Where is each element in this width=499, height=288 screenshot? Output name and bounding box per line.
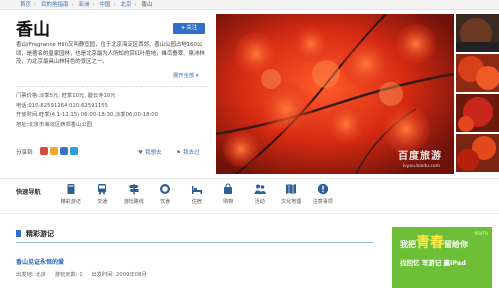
breadcrumb-asia[interactable]: 亚洲 — [78, 2, 89, 8]
section-marker — [16, 230, 21, 237]
want-to-go-label: 我想去 — [144, 150, 162, 156]
nav-item-food[interactable]: 饮食 — [150, 183, 182, 205]
breadcrumb-current: 香山 — [141, 2, 153, 8]
info-block: 门票价格:淡季5元, 旺季10元, 碧云寺10元 电话:010-62591264… — [16, 92, 158, 130]
want-to-go-button[interactable]: ♥ 我想去 — [138, 148, 161, 156]
breadcrumb: 首页 › 目的地指南 › 亚洲 › 中国 › 北京 › 香山 — [20, 1, 152, 9]
thumbnail-image — [456, 94, 499, 132]
page-title: 香山 — [16, 20, 50, 40]
main-photo[interactable]: 百度旅游 lvyou.baidu.com — [216, 14, 454, 174]
nav-item-shopping[interactable]: 购物 — [213, 183, 245, 205]
thumbnail[interactable] — [456, 14, 499, 52]
heart-icon: ♥ — [138, 150, 143, 156]
promo-subline: 找回忆 写游记 赢iPad — [400, 259, 466, 267]
promo-banner[interactable]: YOUTH 我把青春留给你 找回忆 写游记 赢iPad — [392, 227, 492, 288]
nav-item-lodging[interactable]: 住宿 — [181, 183, 213, 205]
breadcrumb-separator: › — [71, 2, 74, 8]
expand-all-label: 展开全部 — [173, 73, 195, 79]
address: 地址:北京市海淀区西郊香山公园 — [16, 121, 92, 128]
book-icon — [67, 184, 75, 194]
promo-tag: YOUTH — [474, 231, 488, 236]
promo-big-text: 青春 — [416, 235, 444, 251]
photo-watermark-url: lvyou.baidu.com — [402, 164, 440, 169]
description: 香山(Fragrance Hill)又叫静宜园，位于北京海淀区西郊。香山公园占地… — [16, 42, 205, 65]
people-icon — [254, 184, 266, 194]
photo-watermark: 百度旅游 — [398, 151, 442, 162]
breadcrumb-beijing[interactable]: 北京 — [120, 2, 131, 8]
promo-prefix: 我把 — [400, 240, 416, 249]
bed-icon — [191, 186, 202, 194]
thumbnail[interactable] — [456, 54, 499, 92]
top-bar: 首页 › 目的地指南 › 亚洲 › 中国 › 北京 › 香山 — [0, 0, 499, 10]
share-row: 分享到: ♥ 我想去 ⚑ 我去过 — [16, 146, 208, 158]
dining-icon — [160, 184, 171, 194]
chevron-down-icon: ▾ — [195, 73, 199, 79]
follow-button[interactable]: +关注 — [173, 23, 205, 34]
breadcrumb-home[interactable]: 首页 — [20, 2, 31, 8]
breadcrumb-separator: › — [92, 2, 95, 8]
map-book-icon — [286, 184, 297, 194]
nav-label: 饮食 — [160, 199, 171, 205]
thumbnail[interactable] — [456, 94, 499, 132]
travelogue-title-link[interactable]: 香山见证永恒的爱 — [16, 257, 64, 266]
breadcrumb-china[interactable]: 中国 — [99, 2, 110, 8]
section-title-text: 精彩游记 — [26, 230, 54, 238]
nav-item-travelogues[interactable]: 精彩游记 — [55, 183, 87, 205]
nav-label: 活动 — [254, 199, 265, 205]
flag-icon: ⚑ — [176, 150, 181, 156]
nav-label: 交通 — [97, 199, 108, 205]
quick-nav: 精彩游记 交通 游玩路线 饮食 住宿 购物 活动 文化地理 注意事项 — [55, 183, 339, 205]
follow-label: 关注 — [186, 25, 198, 31]
nav-item-notes[interactable]: 注意事项 — [307, 183, 339, 205]
thumbnail-image — [456, 54, 499, 92]
phone: 电话:010-62591264 010-62591155 — [16, 102, 109, 109]
section-underline — [16, 242, 373, 243]
divider — [0, 178, 499, 179]
nav-label: 精彩游记 — [60, 199, 81, 205]
breadcrumb-separator: › — [113, 2, 116, 8]
breadcrumb-separator: › — [134, 2, 137, 8]
divider — [0, 213, 499, 214]
nav-label: 购物 — [223, 199, 234, 205]
nav-label: 游玩路线 — [123, 199, 144, 205]
trip-days: 游玩天数: 1 — [54, 272, 83, 278]
expand-all-link[interactable]: 展开全部 ▾ — [173, 71, 199, 79]
thumbnail-image — [456, 14, 499, 52]
travelogue-meta: 出发地: 北京 游玩天数: 1 出发时间: 2009年08月 — [16, 270, 154, 278]
divider — [16, 86, 208, 87]
quick-nav-label: 快速导航 — [16, 189, 41, 196]
departure-time: 出发时间: 2009年08月 — [91, 272, 147, 278]
been-there-button[interactable]: ⚑ 我去过 — [176, 148, 199, 156]
thumbnail-strip — [456, 14, 499, 174]
nav-label: 注意事项 — [312, 199, 333, 205]
departure-place: 出发地: 北京 — [16, 272, 46, 278]
share-sina-icon[interactable] — [40, 147, 48, 155]
share-label: 分享到: — [16, 150, 35, 156]
opening-hours: 开放时间:旺季(4.1-11.15) 06:00-18:30,淡季06:00-1… — [16, 112, 159, 118]
nav-item-activities[interactable]: 活动 — [244, 183, 276, 205]
nav-label: 住宿 — [191, 199, 202, 205]
signpost-icon — [129, 184, 139, 195]
nav-item-transport[interactable]: 交通 — [87, 183, 119, 205]
breadcrumb-separator: › — [34, 2, 37, 8]
nav-item-routes[interactable]: 游玩路线 — [118, 183, 150, 205]
share-icons — [40, 147, 78, 155]
shopping-bag-icon — [224, 183, 233, 194]
thumbnail-image — [456, 134, 499, 172]
share-qzone-icon[interactable] — [50, 147, 58, 155]
section-title: 精彩游记 — [16, 229, 54, 239]
thumbnail[interactable] — [456, 134, 499, 172]
promo-headline: 我把青春留给你 — [400, 232, 468, 252]
plus-icon: + — [180, 25, 186, 31]
breadcrumb-guide[interactable]: 目的地指南 — [41, 2, 69, 8]
ticket-price: 门票价格:淡季5元, 旺季10元, 碧云寺10元 — [16, 93, 116, 99]
nav-item-culture[interactable]: 文化地理 — [276, 183, 308, 205]
nav-label: 文化地理 — [281, 199, 302, 205]
been-there-label: 我去过 — [182, 150, 200, 156]
share-kaixin-icon[interactable] — [70, 147, 78, 155]
share-renren-icon[interactable] — [60, 147, 68, 155]
promo-suffix: 留给你 — [444, 240, 468, 249]
bus-icon — [98, 184, 107, 195]
warning-icon — [317, 183, 328, 195]
